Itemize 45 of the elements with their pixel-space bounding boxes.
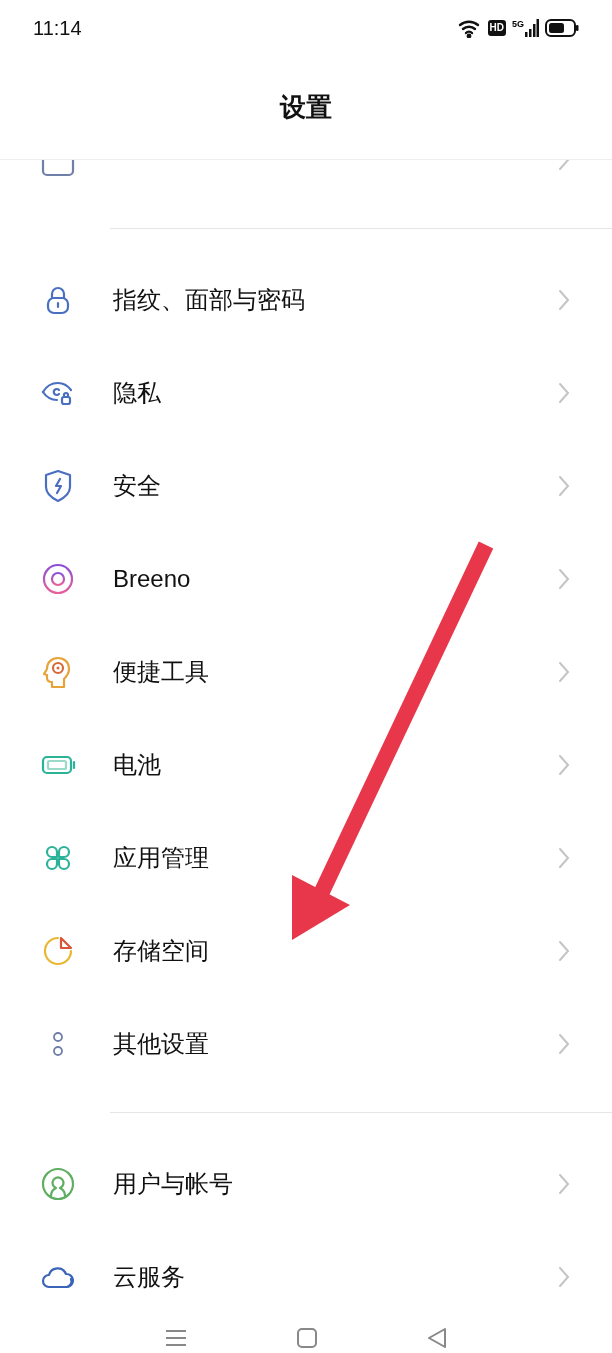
item-label: 应用管理 [113, 842, 210, 873]
chevron-right-icon [558, 1172, 570, 1195]
settings-item[interactable]: 隐私 [0, 346, 612, 439]
settings-item[interactable]: Breeno [0, 532, 612, 625]
back-icon[interactable] [426, 1327, 448, 1349]
page-title: 设置 [280, 91, 332, 124]
item-label: Breeno [113, 563, 192, 594]
settings-item[interactable]: 云服务 [0, 1230, 612, 1323]
item-label: 隐私 [113, 377, 162, 408]
settings-item[interactable]: 电池 [0, 718, 612, 811]
hd-badge: HD [487, 20, 506, 36]
chevron-right-icon [558, 939, 570, 962]
chevron-right-icon [558, 288, 570, 311]
settings-item[interactable]: 存储空间 [0, 904, 612, 997]
item-label: 云服务 [113, 1261, 186, 1292]
chevron-right-icon [558, 846, 570, 869]
item-label: 存储空间 [113, 935, 210, 966]
chevron-right-icon [558, 660, 570, 683]
user-circle-icon [40, 1165, 76, 1202]
network-label: 5G [512, 19, 524, 29]
chevron-right-icon [558, 474, 570, 497]
status-time: 11:14 [33, 16, 82, 41]
chevron-right-icon [558, 1032, 570, 1055]
wifi-icon [457, 18, 482, 38]
item-label: 安全 [113, 470, 162, 501]
signal-icon [525, 19, 539, 37]
settings-item[interactable]: 用户与帐号 [0, 1137, 612, 1230]
home-icon[interactable] [296, 1327, 318, 1349]
settings-item[interactable]: 安全 [0, 439, 612, 532]
chevron-right-icon [558, 1265, 570, 1288]
item-label: 其他设置 [113, 1028, 210, 1059]
item-label: 用户与帐号 [113, 1168, 234, 1199]
chevron-right-icon [558, 753, 570, 776]
settings-item[interactable]: 便捷工具 [0, 625, 612, 718]
chevron-right-icon [558, 381, 570, 404]
battery-status-icon [545, 19, 579, 37]
settings-item[interactable]: 指纹、面部与密码 [0, 253, 612, 346]
item-label: 电池 [113, 749, 162, 780]
dots-icon [52, 1030, 64, 1057]
item-label: 指纹、面部与密码 [113, 284, 306, 315]
item-label: 便捷工具 [113, 656, 210, 687]
settings-item[interactable]: 应用管理 [0, 811, 612, 904]
chevron-right-icon [558, 567, 570, 590]
settings-item[interactable]: 其他设置 [0, 997, 612, 1090]
menu-icon[interactable] [164, 1328, 188, 1348]
